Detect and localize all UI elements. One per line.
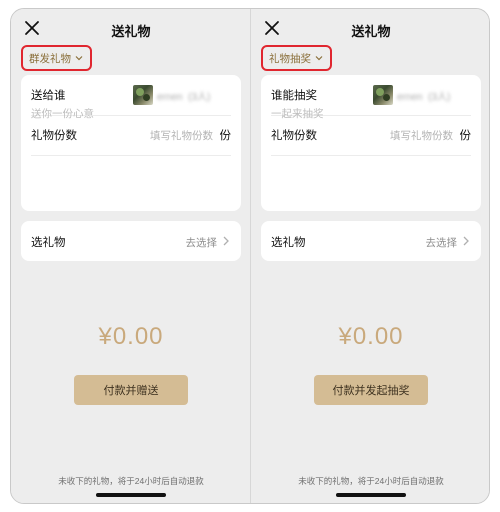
screenshot-frame: 送礼物 群发礼物 送给谁 ernen (3人) 礼物份数 填写礼物份数 份 送你… xyxy=(10,8,490,504)
pay-and-send-button[interactable]: 付款并赠送 xyxy=(74,375,188,405)
quantity-label: 礼物份数 xyxy=(31,130,77,142)
select-gift-value: 去选择 xyxy=(425,237,458,249)
message-input[interactable]: 送你一份心意 xyxy=(31,106,94,121)
recipient-label: 谁能抽奖 xyxy=(271,90,317,102)
quantity-unit: 份 xyxy=(219,130,232,142)
divider xyxy=(31,155,231,156)
group-avatar xyxy=(373,85,393,105)
total-amount: ¥0.00 xyxy=(338,323,404,350)
divider xyxy=(271,155,471,156)
chevron-down-icon xyxy=(75,56,83,61)
quantity-label: 礼物份数 xyxy=(271,130,317,142)
total-amount: ¥0.00 xyxy=(98,323,164,350)
gift-form-card: 谁能抽奖 ernen (3人) 礼物份数 填写礼物份数 份 xyxy=(261,75,481,211)
recipient-name: ernen (3人) xyxy=(397,92,451,103)
chevron-right-icon xyxy=(463,236,469,246)
quantity-input[interactable]: 填写礼物份数 xyxy=(390,128,453,143)
select-gift-row[interactable]: 选礼物 去选择 xyxy=(21,221,241,261)
gift-panel-group: 送礼物 群发礼物 送给谁 ernen (3人) 礼物份数 填写礼物份数 份 送你… xyxy=(11,9,251,503)
gift-mode-selector[interactable]: 群发礼物 xyxy=(21,45,92,71)
pay-and-start-lottery-button[interactable]: 付款并发起抽奖 xyxy=(314,375,428,405)
refund-note: 未收下的礼物，将于24小时后自动退款 xyxy=(58,476,204,486)
quantity-input[interactable]: 填写礼物份数 xyxy=(150,128,213,143)
nav-bar: 送礼物 xyxy=(11,9,251,49)
quantity-unit: 份 xyxy=(459,130,472,142)
nav-bar: 送礼物 xyxy=(251,9,489,49)
page-title: 送礼物 xyxy=(111,24,151,39)
chevron-down-icon xyxy=(315,56,323,61)
chevron-right-icon xyxy=(223,236,229,246)
quantity-row[interactable]: 礼物份数 填写礼物份数 份 xyxy=(31,115,231,155)
home-indicator[interactable] xyxy=(96,493,166,497)
gift-mode-label: 礼物抽奖 xyxy=(269,52,311,65)
recipient-label: 送给谁 xyxy=(31,90,66,102)
gift-form-card: 送给谁 ernen (3人) 礼物份数 填写礼物份数 份 xyxy=(21,75,241,211)
select-gift-row[interactable]: 选礼物 去选择 xyxy=(261,221,481,261)
home-indicator[interactable] xyxy=(336,493,406,497)
refund-note: 未收下的礼物，将于24小时后自动退款 xyxy=(298,476,444,486)
select-gift-label: 选礼物 xyxy=(31,237,66,249)
select-gift-label: 选礼物 xyxy=(271,237,306,249)
quantity-row[interactable]: 礼物份数 填写礼物份数 份 xyxy=(271,115,471,155)
select-gift-value: 去选择 xyxy=(185,237,218,249)
page-title: 送礼物 xyxy=(351,24,391,39)
group-avatar xyxy=(133,85,153,105)
gift-panel-lottery: 送礼物 礼物抽奖 谁能抽奖 ernen (3人) 礼物份数 填写礼物份数 份 一… xyxy=(251,9,489,503)
message-input[interactable]: 一起来抽奖 xyxy=(271,106,324,121)
gift-mode-selector[interactable]: 礼物抽奖 xyxy=(261,45,332,71)
gift-mode-label: 群发礼物 xyxy=(29,52,71,65)
recipient-name: ernen (3人) xyxy=(157,92,211,103)
